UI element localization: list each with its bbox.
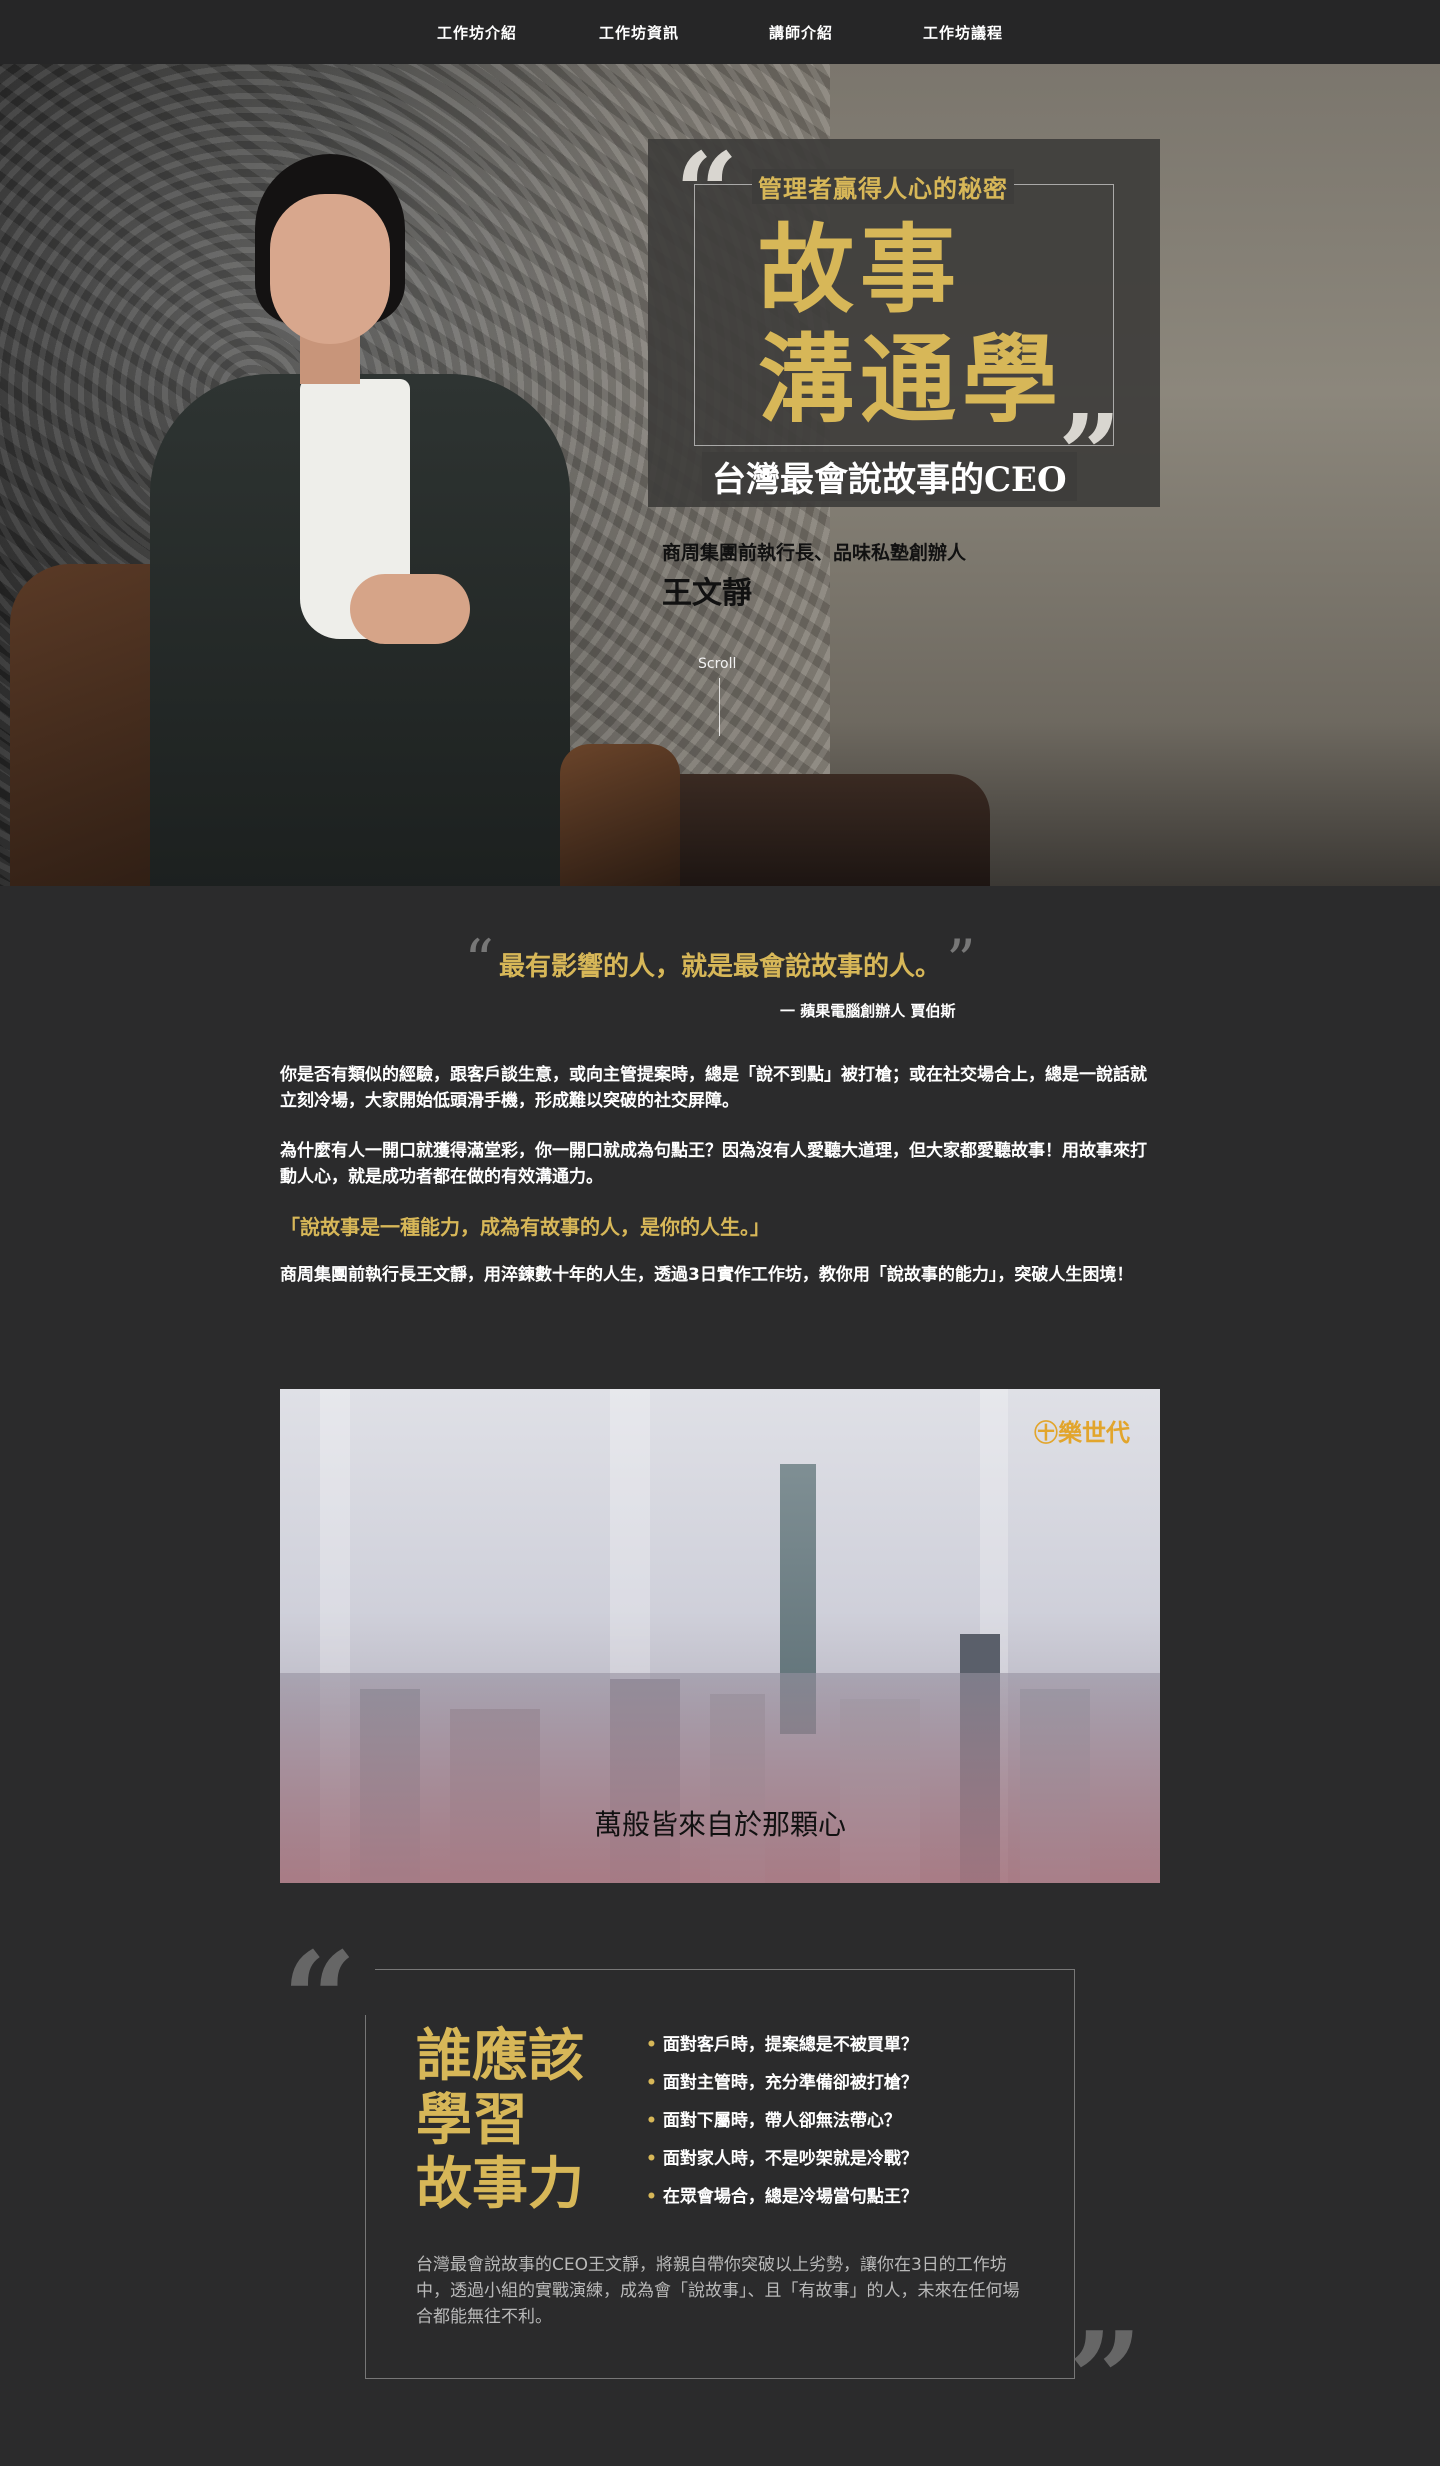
bullet-icon: •	[646, 2073, 657, 2093]
speaker-role: 商周集團前執行長、品味私塾創辦人	[662, 542, 967, 564]
video-logo: ㊉樂世代	[1034, 1419, 1130, 1447]
video-cityscape	[280, 1673, 1160, 1883]
quote-text: 最有影響的人，就是最會說故事的人。	[498, 952, 941, 982]
list-item: • 面對主管時，充分準備卻被打槍？	[646, 2064, 918, 2102]
who-list: • 面對客戶時，提案總是不被買單？ • 面對主管時，充分準備卻被打槍？ • 面對下屬時…	[646, 2026, 918, 2216]
top-nav: 工作坊介紹 工作坊資訊 講師介紹 工作坊議程	[0, 0, 1440, 64]
bullet-icon: •	[646, 2111, 657, 2131]
intro-highlight: 「說故事是一種能力，成為有故事的人，是你的人生。」	[280, 1215, 770, 1239]
jobs-quote: “ 最有影響的人，就是最會說故事的人。 ”	[0, 932, 1440, 990]
nav-item-instructor[interactable]: 講師介紹	[720, 22, 882, 43]
speaker-photo	[150, 154, 590, 886]
list-item: • 面對客戶時，提案總是不被買單？	[646, 2026, 918, 2064]
nav-item-workshop-info[interactable]: 工作坊資訊	[558, 22, 720, 43]
scroll-indicator[interactable]: Scroll	[698, 656, 736, 672]
quote-open-icon: “	[675, 128, 739, 257]
hero-title-line2: 溝通學	[758, 323, 1064, 436]
intro-paragraph: 商周集團前執行長王文靜，用淬鍊數十年的人生，透過3日實作工作坊，教你用「說故事的…	[280, 1265, 1134, 1285]
list-item: • 面對下屬時，帶人卻無法帶心？	[646, 2102, 918, 2140]
quote-open-small-icon: “	[464, 927, 494, 995]
video-subtitle: 萬般皆來自於那顆心	[593, 1808, 846, 1841]
hero-title: 故事 溝通學	[758, 215, 1064, 435]
nav-item-workshop-intro[interactable]: 工作坊介紹	[396, 22, 558, 43]
scroll-line	[719, 678, 720, 736]
bullet-icon: •	[646, 2149, 657, 2169]
who-title-line1: 誰應該	[416, 2023, 584, 2089]
list-item-text: 面對下屬時，帶人卻無法帶心？	[662, 2111, 901, 2131]
hero-title-line1: 故事	[758, 213, 962, 326]
quote-attribution: 一 蘋果電腦創辦人 賈伯斯	[780, 1002, 956, 1020]
nav-item-agenda[interactable]: 工作坊議程	[882, 22, 1044, 43]
who-title-line2: 學習	[416, 2087, 528, 2153]
list-item-text: 在眾會場合，總是冷場當句點王？	[662, 2187, 918, 2207]
who-quote-close-icon: ”	[1068, 2303, 1143, 2456]
speaker-name: 王文靜	[662, 576, 752, 611]
list-item-text: 面對主管時，充分準備卻被打槍？	[662, 2073, 918, 2093]
intro-paragraph: 你是否有類似的經驗，跟客戶談生意，或向主管提案時，總是「說不到點」被打槍；或在社…	[280, 1065, 1147, 1111]
hero-tagline: 台灣最會說故事的CEO	[702, 452, 1077, 501]
list-item: • 在眾會場合，總是冷場當句點王？	[646, 2178, 918, 2216]
who-title-line3: 故事力	[416, 2151, 584, 2217]
list-item-text: 面對客戶時，提案總是不被買單？	[662, 2035, 918, 2055]
list-item: • 面對家人時，不是吵架就是冷戰？	[646, 2140, 918, 2178]
list-item-text: 面對家人時，不是吵架就是冷戰？	[662, 2149, 918, 2169]
who-title: 誰應該 學習 故事力	[416, 2024, 584, 2216]
quote-close-small-icon: ”	[946, 927, 976, 995]
promo-video[interactable]: ㊉樂世代 萬般皆來自於那顆心	[280, 1389, 1160, 1883]
hero-subtitle: 管理者贏得人心的秘密	[752, 169, 1014, 204]
who-quote-open-icon: “	[282, 1923, 357, 2076]
bullet-icon: •	[646, 2187, 657, 2207]
hero-sofa	[640, 774, 990, 886]
intro-paragraphs: 你是否有類似的經驗，跟客戶談生意，或向主管提案時，總是「說不到點」被打槍；或在社…	[280, 1062, 1160, 1312]
hero-chair-arm	[560, 744, 680, 886]
intro-paragraph: 為什麼有人一開口就獲得滿堂彩，你一開口就成為句點王？因為沒有人愛聽大道理，但大家…	[280, 1141, 1147, 1187]
who-description: 台灣最會說故事的CEO王文靜，將親自帶你突破以上劣勢，讓你在3日的工作坊中，透過…	[416, 2255, 1020, 2327]
bullet-icon: •	[646, 2035, 657, 2055]
